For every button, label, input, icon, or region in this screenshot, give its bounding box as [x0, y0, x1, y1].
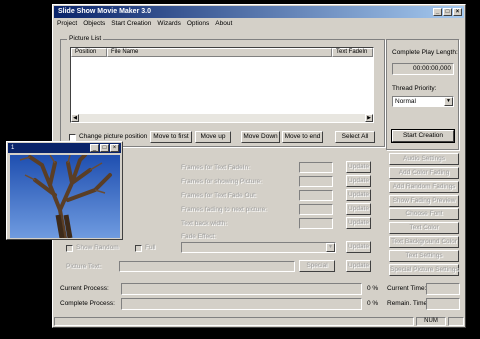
horizontal-scrollbar[interactable]: ◀ ▶	[71, 114, 373, 122]
menu-project[interactable]: Project	[54, 19, 80, 29]
preview-close-button[interactable]: ×	[110, 144, 119, 152]
preview-minimize-button[interactable]: _	[90, 144, 99, 152]
text-background-color-button[interactable]: Text Background Color	[389, 236, 459, 248]
picture-list-label: Picture List	[67, 35, 104, 42]
menu-wizards[interactable]: Wizards	[154, 19, 183, 29]
preview-maximize-button[interactable]: □	[100, 144, 109, 152]
change-position-checkbox[interactable]	[69, 134, 76, 141]
full-checkbox[interactable]	[135, 245, 142, 252]
status-bar: NUM	[54, 317, 464, 326]
frames-text-fadeout-label: Frames for Text Fade Out:	[181, 192, 257, 199]
current-process-label: Current Process:	[60, 285, 109, 292]
frames-showing-picture-input[interactable]	[299, 176, 333, 187]
show-fading-preview-button[interactable]: Show Fading Preview	[389, 195, 459, 207]
add-random-fadings-button[interactable]: Add Random Fadings	[389, 181, 459, 193]
thread-priority-value: Normal	[395, 98, 416, 105]
move-to-first-button[interactable]: Move to first	[150, 131, 192, 143]
minimize-button[interactable]: _	[433, 8, 442, 16]
column-position[interactable]: Position	[71, 48, 107, 57]
thread-priority-label: Thread Priority:	[392, 85, 437, 92]
current-time-label: Current Time:	[387, 285, 427, 292]
menu-start-creation[interactable]: Start Creation	[108, 19, 154, 29]
remain-time-field	[426, 298, 460, 310]
update-showing-picture-button[interactable]: Update	[346, 175, 371, 187]
preview-title-bar[interactable]: 1 _ □ ×	[8, 143, 121, 153]
column-file-name[interactable]: File Name	[107, 48, 332, 57]
full-label: Full	[145, 244, 156, 251]
remain-time-label: Remain. Time:	[387, 300, 429, 307]
special-button[interactable]: Special	[299, 260, 335, 272]
tree-image	[10, 155, 120, 238]
frames-showing-picture-label: Frames for showing Picture:	[181, 178, 262, 185]
menu-bar: Project Objects Start Creation Wizards O…	[54, 19, 464, 29]
fade-effect-arrow-icon[interactable]: ▼	[326, 243, 335, 252]
text-color-button[interactable]: Text Color	[389, 222, 459, 234]
complete-process-label: Complete Process:	[60, 300, 115, 307]
dropdown-arrow-icon[interactable]: ▼	[444, 97, 453, 106]
update-text-fadein-button[interactable]: Update	[346, 161, 371, 173]
frames-text-fadein-input[interactable]	[299, 162, 333, 173]
complete-process-percent: 0 %	[367, 300, 379, 307]
picture-text-label: Picture Text:	[66, 263, 102, 270]
fade-effect-label: Fade Effect:	[181, 233, 216, 240]
update-text-fadeout-button[interactable]: Update	[346, 189, 371, 201]
current-time-field	[426, 283, 460, 295]
column-text-fadein[interactable]: Text FadeIn	[332, 48, 373, 57]
window-title: Slide Show Movie Maker 3.0	[58, 8, 151, 15]
title-bar[interactable]: Slide Show Movie Maker 3.0 _ □ ×	[54, 6, 464, 18]
status-num: NUM	[416, 317, 446, 326]
thread-priority-select[interactable]: Normal ▼	[392, 96, 454, 107]
text-back-width-label: Text back width:	[181, 220, 228, 227]
add-color-fading-button[interactable]: Add Color Fading	[389, 167, 459, 179]
show-random-label: Show Random	[76, 244, 119, 251]
complete-process-bar	[121, 298, 362, 310]
preview-window: 1 _ □ ×	[6, 141, 123, 240]
update-fading-next-button[interactable]: Update	[346, 203, 371, 215]
move-down-button[interactable]: Move Down	[241, 131, 280, 143]
update-text-back-width-button[interactable]: Update	[346, 217, 371, 229]
fade-effect-update-button[interactable]: Update	[346, 241, 371, 253]
move-up-button[interactable]: Move up	[195, 131, 231, 143]
status-panel-main	[54, 317, 414, 326]
frames-fading-next-input[interactable]	[299, 204, 333, 215]
picture-list-view[interactable]: Position File Name Text FadeIn ◀ ▶	[70, 47, 374, 123]
complete-length-label: Complete Play Length:	[392, 49, 458, 56]
show-random-checkbox[interactable]	[66, 245, 73, 252]
preview-image	[10, 155, 120, 238]
frames-text-fadein-label: Frames for Text FadeIn:	[181, 164, 250, 171]
move-to-end-button[interactable]: Move to end	[282, 131, 323, 143]
menu-options[interactable]: Options	[184, 19, 212, 29]
menu-about[interactable]: About	[212, 19, 235, 29]
fade-effect-select[interactable]: ▼	[181, 242, 336, 253]
frames-text-fadeout-input[interactable]	[299, 190, 333, 201]
change-position-label: Change picture position	[79, 133, 148, 140]
preview-title: 1	[11, 145, 15, 151]
choose-font-button[interactable]: Choose Font	[389, 208, 459, 220]
complete-length-value: 00:00:00,000	[392, 63, 454, 75]
scroll-left-icon[interactable]: ◀	[71, 114, 79, 122]
audio-settings-button[interactable]: Audio Settings	[389, 153, 459, 165]
select-all-button[interactable]: Select All	[335, 131, 375, 143]
picture-text-update-button[interactable]: Update	[346, 260, 371, 272]
status-grip	[448, 317, 464, 326]
current-process-bar	[121, 283, 362, 295]
menu-objects[interactable]: Objects	[80, 19, 108, 29]
scroll-right-icon[interactable]: ▶	[365, 114, 373, 122]
special-picture-settings-button[interactable]: Special Picture Settings	[389, 264, 459, 276]
maximize-button[interactable]: □	[443, 8, 452, 16]
picture-text-input[interactable]	[119, 261, 295, 272]
frames-fading-next-label: Frames fading to next picture:	[181, 206, 267, 213]
close-button[interactable]: ×	[453, 8, 462, 16]
start-creation-button[interactable]: Start Creation	[391, 129, 455, 143]
text-back-width-input[interactable]	[299, 218, 333, 229]
current-process-percent: 0 %	[367, 285, 379, 292]
text-settings-button[interactable]: Text Settings	[389, 250, 459, 262]
